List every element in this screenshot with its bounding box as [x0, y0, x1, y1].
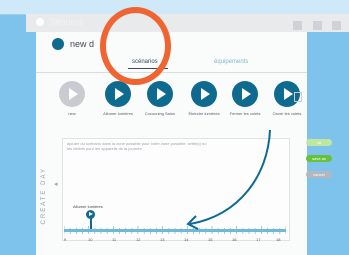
hour-15: 15 — [208, 237, 213, 242]
hour-14: 14 — [184, 237, 189, 242]
hour-12: 12 — [136, 237, 141, 242]
scenario-cocooning-salon[interactable]: Cocooning Salon — [142, 81, 178, 116]
save-as-button[interactable]: save as — [306, 155, 332, 162]
play-icon — [59, 81, 85, 107]
rail-label: CRÉATE DAY — [41, 166, 47, 225]
scenario-label: Cocooning Salon — [144, 111, 176, 116]
brand: TaHoma — [36, 17, 83, 27]
annotation-circle — [100, 7, 171, 85]
hour-17: 17 — [256, 237, 261, 242]
scenario-label: Éteindre lumières — [188, 111, 220, 116]
play-icon — [105, 81, 131, 107]
brand-name: TaHoma — [49, 17, 83, 27]
scenario-new[interactable]: new — [54, 81, 90, 116]
user-icon[interactable] — [312, 21, 322, 30]
scenario-allumer-lumieres[interactable]: Allumer lumières — [100, 81, 136, 116]
scenario-label: Ouvrir les volets — [272, 111, 302, 116]
play-icon — [232, 81, 258, 107]
tab-equipements[interactable]: équipements — [214, 59, 248, 65]
brand-logo-icon — [36, 18, 44, 26]
play-icon — [147, 81, 173, 107]
trash-icon[interactable] — [294, 92, 302, 102]
ok-button[interactable]: ok — [306, 139, 332, 146]
hour-9: 9 — [64, 237, 67, 242]
play-icon — [191, 81, 217, 107]
app-header: TaHoma — [26, 14, 349, 32]
settings-icon[interactable] — [293, 21, 303, 30]
timeline-ticks — [64, 226, 286, 234]
hour-11: 11 — [112, 237, 117, 242]
scenario-label: new — [68, 111, 76, 116]
day-icon — [52, 38, 64, 50]
hour-18: 18 — [276, 237, 281, 242]
hour-13: 13 — [160, 237, 165, 242]
cancel-button[interactable]: cancel — [306, 171, 332, 178]
event-label: Allumer lumières — [73, 204, 103, 209]
info-text: ajouter du scénario dans la zone possibl… — [67, 141, 207, 151]
hour-16: 16 — [232, 237, 237, 242]
modal-title[interactable]: new d — [70, 39, 94, 49]
scenario-fermer-volets[interactable]: Fermer les volets — [227, 81, 263, 116]
chevron-left-icon[interactable]: ◂ — [54, 180, 58, 188]
top-bar — [0, 0, 349, 15]
scenario-eteindre-lumieres[interactable]: Éteindre lumières — [186, 81, 222, 116]
create-day-rail: CRÉATE DAY — [36, 136, 52, 255]
scenario-label: Allumer lumières — [103, 111, 133, 116]
menu-icon[interactable] — [332, 21, 341, 30]
scenario-label: Fermer les volets — [229, 111, 261, 116]
new-day-title: new d — [52, 38, 94, 50]
tab-divider — [36, 72, 307, 73]
hour-10: 10 — [88, 237, 93, 242]
